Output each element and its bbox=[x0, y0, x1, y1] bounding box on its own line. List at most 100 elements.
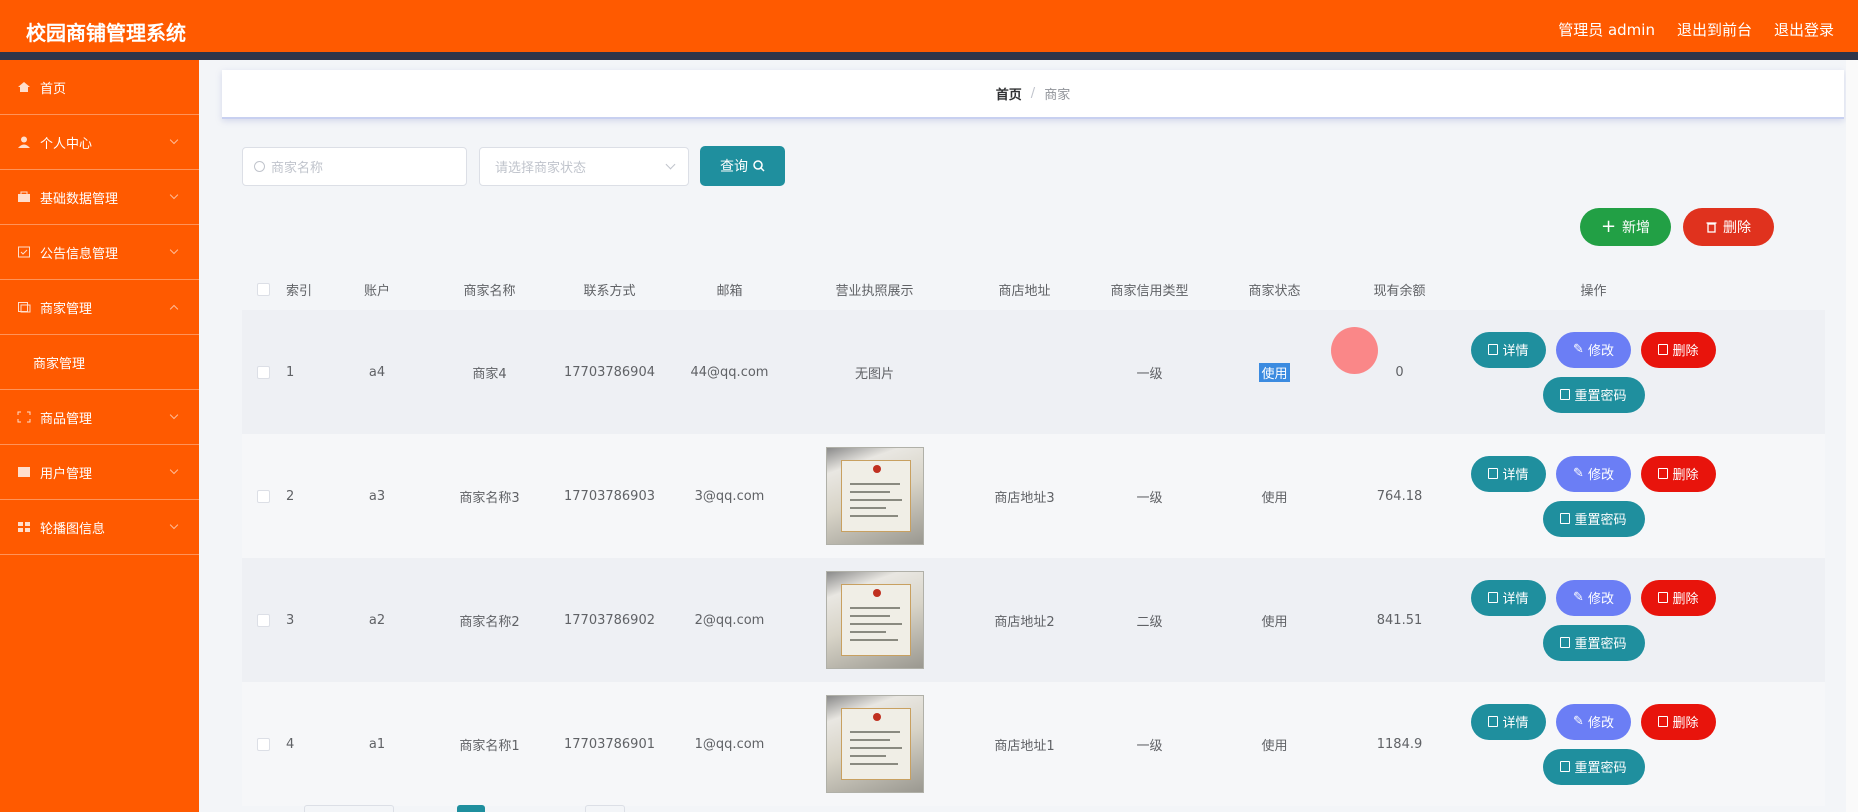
breadcrumb-home[interactable]: 首页 bbox=[996, 84, 1022, 103]
mouse-cursor-highlight bbox=[1331, 327, 1378, 374]
edit-button[interactable]: ✎ 修改 bbox=[1556, 703, 1631, 740]
reset-password-button[interactable]: 重置密码 bbox=[1542, 500, 1645, 537]
header-state: 商家状态 bbox=[1248, 283, 1301, 299]
add-label: 新增 bbox=[1622, 220, 1651, 236]
cell-state: 使用 bbox=[1212, 735, 1337, 754]
license-image[interactable] bbox=[825, 571, 924, 669]
pencil-icon: ✎ bbox=[1573, 342, 1584, 357]
cell-address: 商店地址1 bbox=[994, 738, 1055, 754]
logout-link[interactable]: 退出登录 bbox=[1774, 19, 1834, 40]
front-link[interactable]: 退出到前台 bbox=[1677, 19, 1752, 40]
license-image[interactable] bbox=[825, 695, 924, 793]
trash-icon bbox=[1706, 222, 1717, 233]
edit-label: 修改 bbox=[1587, 716, 1614, 731]
row-checkbox[interactable] bbox=[256, 737, 270, 751]
sidebar-item-notice[interactable]: 公告信息管理 bbox=[0, 225, 199, 280]
cell-phone: 17703786904 bbox=[564, 364, 655, 380]
edit-label: 修改 bbox=[1587, 468, 1614, 483]
merchant-state-select[interactable]: 请选择商家状态 bbox=[479, 147, 689, 186]
cell-state: 使用 bbox=[1212, 487, 1337, 506]
table-row: 3 a2 商家名称2 17703786902 2@qq.com 商店地址2 二级 使用 841.… bbox=[242, 558, 1825, 682]
sidebar-item-users[interactable]: 用户管理 bbox=[0, 445, 199, 500]
cell-state: 使用 bbox=[1212, 611, 1337, 630]
cell-license: 无图片 bbox=[787, 363, 962, 382]
reset-password-button[interactable]: 重置密码 bbox=[1542, 376, 1645, 413]
edit-button[interactable]: ✎ 修改 bbox=[1556, 331, 1631, 368]
detail-button[interactable]: 详情 bbox=[1471, 703, 1546, 740]
reset-password-button[interactable]: 重置密码 bbox=[1542, 748, 1645, 785]
carousel-icon bbox=[17, 521, 31, 533]
cell-account: a2 bbox=[368, 612, 386, 628]
sidebar-subitem-merchant[interactable]: 商家管理 bbox=[0, 335, 199, 390]
shop-icon bbox=[17, 301, 31, 313]
delete-button[interactable]: 删除 bbox=[1641, 455, 1716, 492]
trash-icon bbox=[1658, 344, 1669, 355]
detail-button[interactable]: 详情 bbox=[1471, 579, 1546, 616]
edit-button[interactable]: ✎ 修改 bbox=[1556, 579, 1631, 616]
chevron-down-icon bbox=[665, 159, 676, 170]
merchant-name-search-input[interactable]: 商家名称 bbox=[242, 147, 467, 186]
sidebar-item-merchant[interactable]: 商家管理 bbox=[0, 280, 199, 335]
sidebar-item-home[interactable]: 首页 bbox=[0, 60, 199, 115]
sidebar-item-basic-data[interactable]: 基础数据管理 bbox=[0, 170, 199, 225]
row-checkbox[interactable] bbox=[256, 365, 270, 379]
query-label: 查询 bbox=[720, 159, 748, 175]
sidebar-item-carousel[interactable]: 轮播图信息 bbox=[0, 500, 199, 555]
delete-label: 删除 bbox=[1723, 220, 1751, 236]
row-checkbox[interactable] bbox=[256, 613, 270, 627]
cell-balance: 764.18 bbox=[1376, 488, 1423, 504]
sidebar-item-label: 商家管理 bbox=[33, 356, 86, 372]
document-icon bbox=[1488, 344, 1499, 355]
page-jump-input[interactable] bbox=[585, 805, 625, 812]
query-button[interactable]: 查询 bbox=[700, 146, 785, 186]
document-icon bbox=[1488, 592, 1499, 603]
sidebar-item-goods[interactable]: 商品管理 bbox=[0, 390, 199, 445]
cell-state: 使用 bbox=[1212, 362, 1337, 382]
top-links: 管理员 admin 退出到前台 退出登录 bbox=[1558, 19, 1834, 40]
header-ops: 操作 bbox=[1580, 283, 1607, 299]
state-text: 使用 bbox=[1261, 738, 1288, 754]
delete-label: 删除 bbox=[1672, 468, 1699, 483]
delete-button[interactable]: 删除 bbox=[1641, 703, 1716, 740]
header-credit: 商家信用类型 bbox=[1110, 283, 1189, 299]
cell-license bbox=[787, 695, 962, 793]
breadcrumb-separator: / bbox=[1030, 86, 1036, 101]
row-checkbox[interactable] bbox=[256, 489, 270, 503]
state-text: 使用 bbox=[1259, 362, 1290, 382]
detail-button[interactable]: 详情 bbox=[1471, 455, 1546, 492]
admin-link[interactable]: 管理员 admin bbox=[1558, 19, 1655, 40]
select-all-checkbox[interactable] bbox=[256, 282, 270, 296]
scrollbar[interactable] bbox=[1846, 60, 1858, 812]
page-size-select[interactable] bbox=[304, 805, 394, 812]
cell-name: 商家名称3 bbox=[459, 490, 520, 506]
cell-credit: 一级 bbox=[1136, 738, 1163, 754]
cell-address: 商店地址3 bbox=[994, 490, 1055, 506]
batch-delete-button[interactable]: 删除 bbox=[1683, 208, 1774, 246]
cell-ops: 详情 ✎ 修改 删除重置密码 bbox=[1462, 331, 1725, 413]
sidebar-item-profile[interactable]: 个人中心 bbox=[0, 115, 199, 170]
delete-button[interactable]: 删除 bbox=[1641, 331, 1716, 368]
chevron-down-icon bbox=[169, 190, 179, 200]
delete-button[interactable]: 删除 bbox=[1641, 579, 1716, 616]
edit-button[interactable]: ✎ 修改 bbox=[1556, 455, 1631, 492]
license-image[interactable] bbox=[825, 447, 924, 545]
detail-button[interactable]: 详情 bbox=[1471, 331, 1546, 368]
reset-password-button[interactable]: 重置密码 bbox=[1542, 624, 1645, 661]
document-icon bbox=[1488, 468, 1499, 479]
reset-label: 重置密码 bbox=[1574, 389, 1627, 404]
cell-credit: 一级 bbox=[1136, 366, 1163, 382]
trash-icon bbox=[1658, 468, 1669, 479]
cell-phone: 17703786901 bbox=[564, 736, 655, 752]
chevron-down-icon bbox=[169, 135, 179, 145]
sidebar-item-label: 商品管理 bbox=[40, 411, 93, 427]
reset-label: 重置密码 bbox=[1574, 637, 1627, 652]
breadcrumb-current: 商家 bbox=[1044, 88, 1071, 103]
detail-label: 详情 bbox=[1502, 716, 1529, 731]
sidebar-item-label: 基础数据管理 bbox=[40, 191, 119, 207]
add-button[interactable]: + 新增 bbox=[1580, 208, 1671, 246]
cell-account: a3 bbox=[368, 488, 386, 504]
page-button-current[interactable] bbox=[457, 805, 485, 812]
cell-index: 4 bbox=[286, 736, 295, 752]
plus-icon: + bbox=[1600, 216, 1617, 237]
chevron-up-icon bbox=[169, 304, 179, 314]
